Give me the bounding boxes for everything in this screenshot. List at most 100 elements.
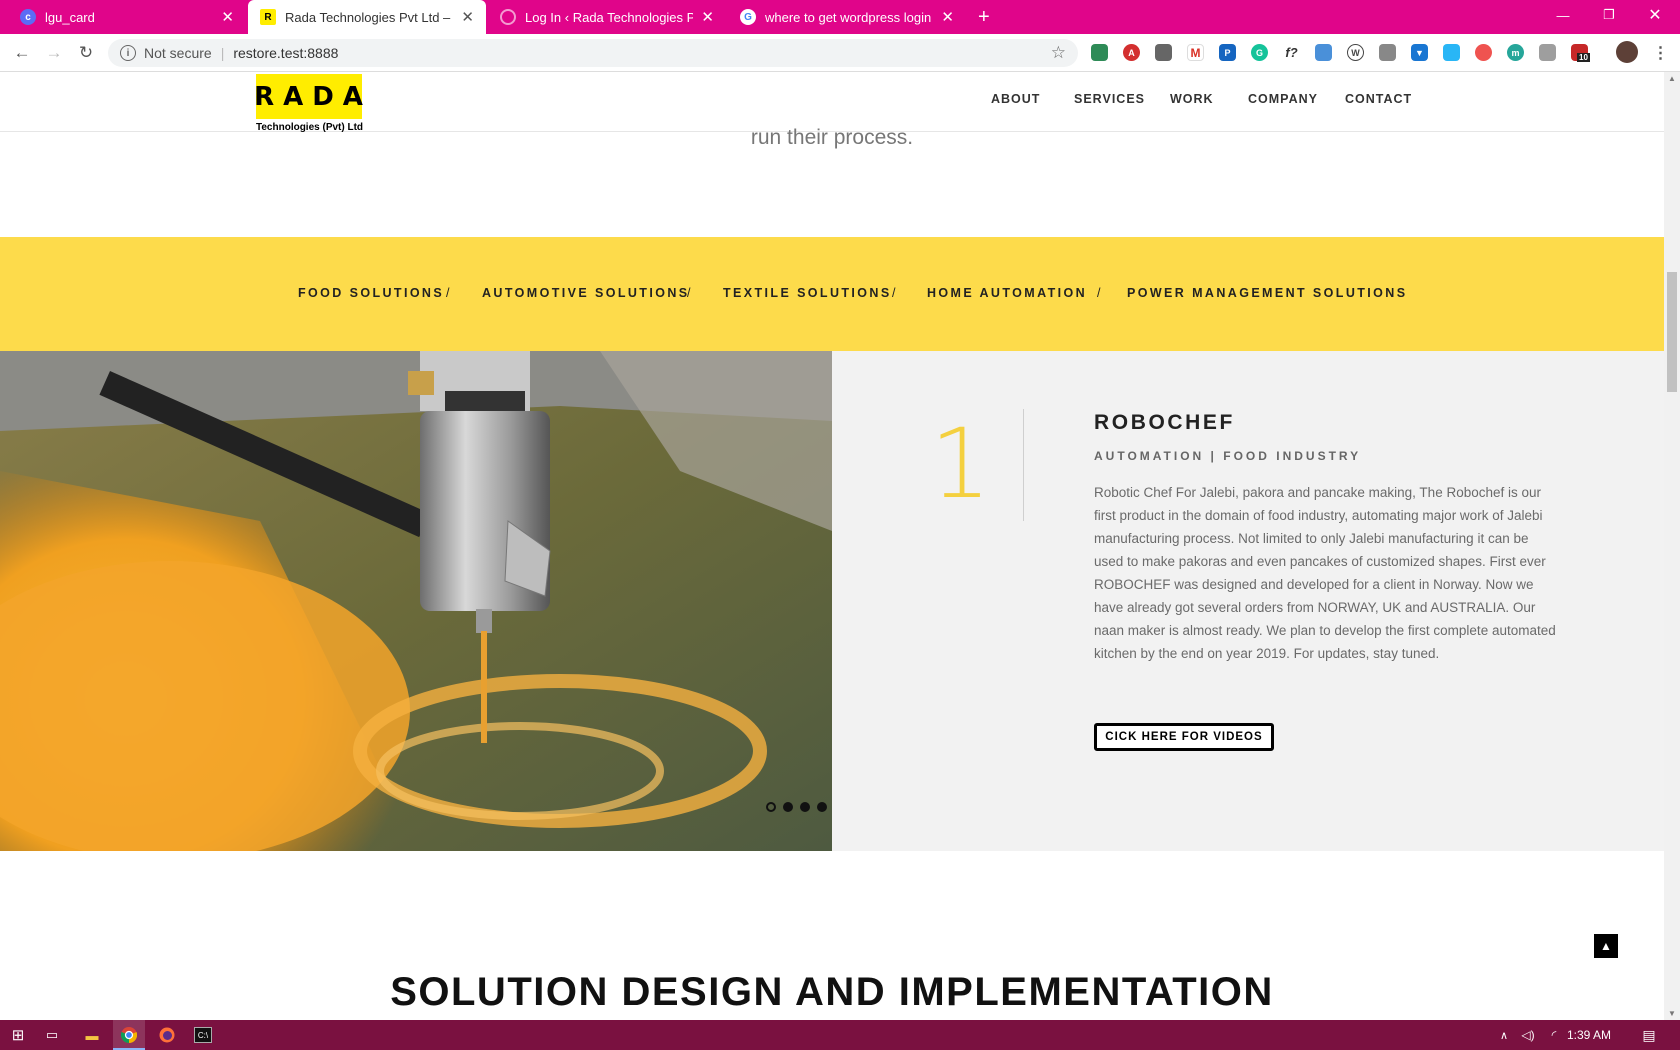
tab-login[interactable]: Log In ‹ Rada Technologies Pvt Lt ✕ bbox=[488, 0, 726, 34]
videos-button[interactable]: CICK HERE FOR VIDEOS bbox=[1094, 723, 1274, 751]
category-textile[interactable]: TEXTILE SOLUTIONS bbox=[723, 286, 892, 300]
slide-divider bbox=[1023, 409, 1024, 521]
firefox-logo-icon bbox=[159, 1027, 175, 1043]
slider-dot[interactable] bbox=[800, 802, 810, 812]
slide-title: ROBOCHEF bbox=[1094, 411, 1235, 434]
windows-start-icon[interactable]: ⊞ bbox=[9, 1026, 27, 1044]
terminal-icon[interactable]: C:\ bbox=[194, 1027, 212, 1043]
info-icon[interactable]: i bbox=[120, 45, 136, 61]
scrollbar-thumb[interactable] bbox=[1667, 272, 1677, 392]
nav-about[interactable]: ABOUT bbox=[991, 92, 1040, 106]
extension-p-icon[interactable]: P bbox=[1219, 44, 1236, 61]
nav-work[interactable]: WORK bbox=[1170, 92, 1214, 106]
category-food[interactable]: FOOD SOLUTIONS bbox=[298, 286, 444, 300]
nav-services[interactable]: SERVICES bbox=[1074, 92, 1145, 106]
extension-m-icon[interactable]: m bbox=[1507, 44, 1524, 61]
taskbar: ⊞ ▭ ▬ C:\ ∧ ◁) ◜ 1:39 AM ▤ bbox=[0, 1020, 1680, 1050]
tab-title: where to get wordpress login pa bbox=[765, 9, 934, 25]
reload-icon[interactable]: ↻ bbox=[75, 42, 97, 64]
eyedropper-icon[interactable] bbox=[1379, 44, 1396, 61]
volume-icon[interactable]: ◁) bbox=[1519, 1026, 1537, 1044]
security-label: Not secure bbox=[144, 45, 212, 61]
section-heading: SOLUTION DESIGN AND IMPLEMENTATION bbox=[390, 970, 1274, 1014]
chrome-logo-icon bbox=[121, 1027, 137, 1043]
slider-dot[interactable] bbox=[817, 802, 827, 812]
extension-shield-icon[interactable] bbox=[1155, 44, 1172, 61]
tab-title: Rada Technologies Pvt Ltd – Auto bbox=[285, 9, 453, 25]
category-separator: / bbox=[446, 286, 450, 300]
gmail-icon[interactable]: M bbox=[1187, 44, 1204, 61]
category-separator: / bbox=[687, 286, 691, 300]
category-power-management[interactable]: POWER MANAGEMENT SOLUTIONS bbox=[1127, 286, 1407, 300]
nav-contact[interactable]: CONTACT bbox=[1345, 92, 1412, 106]
category-filter-bar: FOOD SOLUTIONS / AUTOMOTIVE SOLUTIONS / … bbox=[0, 237, 1664, 351]
tab-rada-technologies[interactable]: R Rada Technologies Pvt Ltd – Auto ✕ bbox=[248, 0, 486, 34]
wordpress-favicon-icon bbox=[500, 9, 516, 25]
bookmark-star-icon[interactable]: ☆ bbox=[1051, 43, 1066, 63]
site-header: RADA Technologies (Pvt) Ltd ABOUT SERVIC… bbox=[0, 72, 1664, 133]
tray-chevron-icon[interactable]: ∧ bbox=[1495, 1026, 1513, 1044]
url-text[interactable]: restore.test:8888 bbox=[233, 45, 338, 61]
scroll-to-top-icon[interactable]: ▲ bbox=[1594, 934, 1618, 958]
url-separator: | bbox=[220, 45, 225, 61]
scroll-down-arrow-icon[interactable]: ▼ bbox=[1668, 1009, 1676, 1018]
page-scrollbar[interactable]: ▲ ▼ bbox=[1664, 72, 1680, 1020]
close-tab-icon[interactable]: ✕ bbox=[941, 10, 954, 25]
close-window-icon[interactable]: ✕ bbox=[1632, 0, 1678, 30]
extension-window-icon[interactable] bbox=[1443, 44, 1460, 61]
grammarly-icon[interactable]: G bbox=[1251, 44, 1268, 61]
category-separator: / bbox=[1097, 286, 1101, 300]
robochef-photo bbox=[0, 351, 832, 851]
robochef-frying-image bbox=[0, 351, 832, 851]
task-view-icon[interactable]: ▭ bbox=[43, 1026, 61, 1044]
browser-toolbar: ← → ↻ i Not secure | restore.test:8888 ☆… bbox=[0, 34, 1680, 72]
extension-download-icon[interactable]: ▼ bbox=[1411, 44, 1428, 61]
profile-avatar[interactable] bbox=[1616, 41, 1638, 63]
restore-icon[interactable]: ❐ bbox=[1586, 0, 1632, 30]
notifications-icon[interactable]: ▤ bbox=[1640, 1026, 1658, 1044]
close-tab-icon[interactable]: ✕ bbox=[461, 10, 474, 25]
slide-description: Robotic Chef For Jalebi, pakora and panc… bbox=[1094, 485, 1556, 661]
extension-badge: 10 bbox=[1577, 53, 1590, 62]
address-bar[interactable]: i Not secure | restore.test:8888 ☆ bbox=[108, 39, 1078, 67]
close-tab-icon[interactable]: ✕ bbox=[221, 10, 234, 25]
slider-pagination bbox=[766, 802, 832, 812]
minimize-icon[interactable]: — bbox=[1540, 0, 1586, 30]
site-logo[interactable]: RADA Technologies (Pvt) Ltd bbox=[254, 74, 363, 133]
file-explorer-icon[interactable]: ▬ bbox=[83, 1026, 101, 1044]
slider-dot[interactable] bbox=[766, 802, 776, 812]
google-favicon-icon: G bbox=[740, 9, 756, 25]
taskbar-clock[interactable]: 1:39 AM bbox=[1567, 1028, 1611, 1042]
extension-shield-red-icon[interactable] bbox=[1475, 44, 1492, 61]
tab-title: lgu_card bbox=[45, 9, 95, 25]
tab-title: Log In ‹ Rada Technologies Pvt Lt bbox=[525, 9, 694, 25]
slider-dot[interactable] bbox=[783, 802, 793, 812]
extension-cubes-icon[interactable] bbox=[1315, 44, 1332, 61]
site-favicon-icon: c bbox=[20, 9, 36, 25]
wordpress-icon[interactable]: W bbox=[1347, 44, 1364, 61]
slide-subtitle: AUTOMATION | FOOD INDUSTRY bbox=[1094, 449, 1362, 463]
forward-icon[interactable]: → bbox=[43, 42, 65, 64]
chrome-icon[interactable] bbox=[120, 1026, 138, 1044]
extension-grey-icon[interactable] bbox=[1539, 44, 1556, 61]
adblock-icon[interactable]: A bbox=[1123, 44, 1140, 61]
back-icon[interactable]: ← bbox=[11, 42, 33, 64]
extension-globe-icon[interactable] bbox=[1091, 44, 1108, 61]
browser-tab-strip: c lgu_card ✕ R Rada Technologies Pvt Ltd… bbox=[0, 0, 1680, 34]
font-finder-icon[interactable]: f? bbox=[1283, 44, 1300, 61]
tab-lgu-card[interactable]: c lgu_card ✕ bbox=[8, 0, 246, 34]
tab-google-search[interactable]: G where to get wordpress login pa ✕ bbox=[728, 0, 966, 34]
category-home-automation[interactable]: HOME AUTOMATION bbox=[927, 286, 1087, 300]
close-tab-icon[interactable]: ✕ bbox=[701, 10, 714, 25]
network-icon[interactable]: ◜ bbox=[1545, 1026, 1563, 1044]
nav-company[interactable]: COMPANY bbox=[1248, 92, 1318, 106]
slide-number: 1 bbox=[930, 408, 992, 520]
scroll-up-arrow-icon[interactable]: ▲ bbox=[1668, 74, 1676, 83]
extension-calendar-icon[interactable]: 10 bbox=[1571, 44, 1590, 62]
project-slide: 1 ROBOCHEF AUTOMATION | FOOD INDUSTRY Ro… bbox=[0, 351, 1664, 851]
new-tab-icon[interactable]: + bbox=[978, 6, 990, 29]
firefox-icon[interactable] bbox=[158, 1026, 176, 1044]
menu-kebab-icon[interactable]: ⋮ bbox=[1652, 44, 1669, 62]
logo-wordmark: RADA bbox=[254, 74, 363, 119]
category-automotive[interactable]: AUTOMOTIVE SOLUTIONS bbox=[482, 286, 690, 300]
